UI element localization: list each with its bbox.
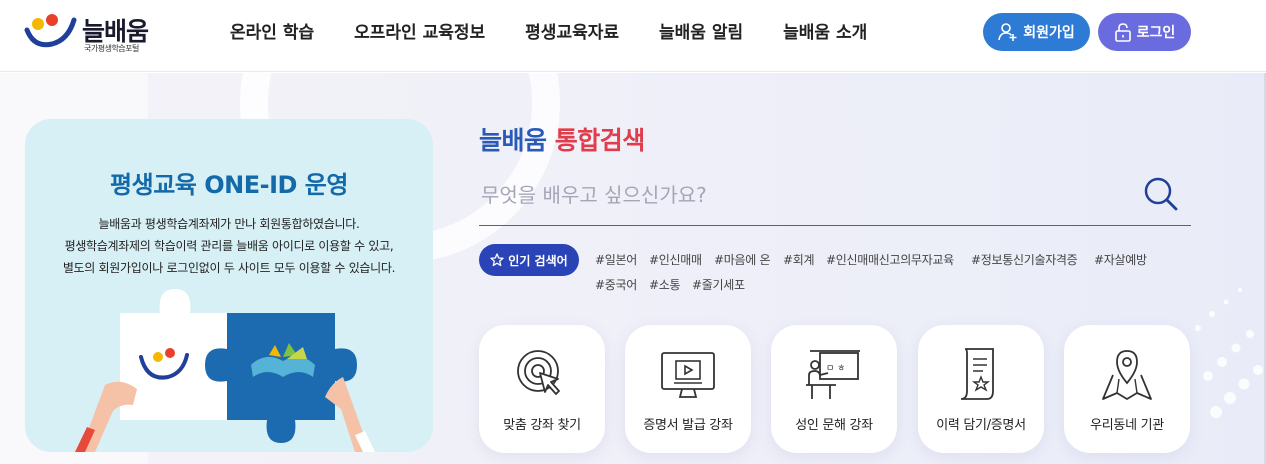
logo-subtitle: 국가평생학습포털 — [84, 44, 139, 53]
promo-title: 평생교육 ONE-ID 운영 — [110, 171, 348, 199]
promo-desc-line: 늘배움과 평생학습계좌제가 만나 회원통합하였습니다. — [98, 217, 360, 231]
card-label: 이력 담기/증명서 — [936, 418, 1026, 433]
card-label: 성인 문해 강좌 — [795, 418, 873, 433]
unified-search-title: 늘배움 통합검색 — [479, 121, 645, 157]
keyword-link[interactable]: #줄기세포 — [692, 276, 745, 293]
keyword-link[interactable]: #자살예방 — [1094, 251, 1147, 268]
join-button[interactable]: 회원가입 — [983, 13, 1090, 51]
promo-description: 늘배움과 평생학습계좌제가 만나 회원통합하였습니다. 평생학습계좌제의 학습이… — [25, 213, 433, 279]
promo-desc-line: 별도의 회원가입이나 로그인없이 두 사이트 모두 이용할 수 있습니다. — [62, 261, 396, 275]
card-certificate-course[interactable]: 증명서 발급 강좌 — [625, 325, 751, 453]
card-custom-course-search[interactable]: 맞춤 강좌 찾기 — [479, 325, 605, 453]
nav-about[interactable]: 늘배움 소개 — [783, 20, 867, 46]
login-button[interactable]: 로그인 — [1098, 13, 1191, 51]
card-adult-literacy[interactable]: ㅁ ㅎ 성인 문해 강좌 — [771, 325, 897, 453]
keyword-link[interactable]: #인신매매신고의무자교육 — [826, 251, 954, 268]
search-input[interactable] — [481, 178, 1121, 212]
logo-mark-icon — [24, 14, 77, 48]
star-icon — [490, 253, 504, 267]
search-icon[interactable] — [1143, 176, 1179, 212]
nav-online-learning[interactable]: 온라인 학습 — [230, 20, 314, 46]
nav-notices[interactable]: 늘배움 알림 — [659, 20, 743, 46]
promo-desc-line: 평생학습계좌제의 학습이력 관리를 늘배움 아이디로 이용할 수 있고, — [64, 239, 394, 253]
keyword-link[interactable]: #중국어 — [595, 276, 637, 293]
keyword-link[interactable]: #소통 — [649, 276, 681, 293]
search-title-label: 통합검색 — [554, 126, 646, 155]
join-label: 회원가입 — [1023, 25, 1075, 41]
target-cursor-icon — [517, 350, 560, 395]
keyword-link[interactable]: #일본어 — [595, 251, 637, 268]
map-pin-icon — [1102, 350, 1152, 400]
classroom-board-icon: ㅁ ㅎ — [806, 350, 860, 399]
card-history-certificate[interactable]: 이력 담기/증명서 — [918, 325, 1044, 453]
site-header: 늘배움 국가평생학습포털 온라인 학습 오프라인 교육정보 평생교육자료 늘배움… — [0, 0, 1266, 72]
nav-lifelong-materials[interactable]: 평생교육자료 — [525, 20, 619, 46]
video-monitor-icon — [661, 352, 715, 398]
card-label: 증명서 발급 강좌 — [643, 418, 733, 433]
keyword-link[interactable]: #회계 — [783, 251, 815, 268]
popular-keywords-badge[interactable]: 인기 검색어 — [479, 244, 579, 276]
certificate-document-icon — [960, 348, 994, 400]
keyword-link[interactable]: #정보통신기술자격증 — [971, 251, 1078, 268]
svg-text:ㅁ ㅎ: ㅁ ㅎ — [826, 364, 845, 374]
card-label: 우리동네 기관 — [1090, 418, 1164, 433]
popular-keywords-label: 인기 검색어 — [508, 253, 568, 268]
keyword-link[interactable]: #인신매매 — [649, 251, 702, 268]
search-title-brand: 늘배움 — [479, 126, 547, 155]
one-id-promo-card[interactable]: 평생교육 ONE-ID 운영 늘배움과 평생학습계좌제가 만나 회원통합하였습니… — [25, 119, 433, 452]
puzzle-illustration — [75, 289, 375, 452]
lock-icon — [1114, 23, 1131, 42]
main-nav: 온라인 학습 오프라인 교육정보 평생교육자료 늘배움 알림 늘배움 소개 — [230, 20, 907, 46]
search-box — [479, 170, 1191, 226]
card-label: 맞춤 강좌 찾기 — [503, 418, 581, 433]
site-logo[interactable]: 늘배움 국가평생학습포털 — [24, 12, 164, 56]
card-local-institutions[interactable]: 우리동네 기관 — [1064, 325, 1190, 453]
login-label: 로그인 — [1136, 25, 1176, 41]
add-user-icon — [998, 23, 1017, 41]
keyword-link[interactable]: #마음에 온 — [714, 251, 771, 268]
nav-offline-education[interactable]: 오프라인 교육정보 — [354, 20, 485, 46]
